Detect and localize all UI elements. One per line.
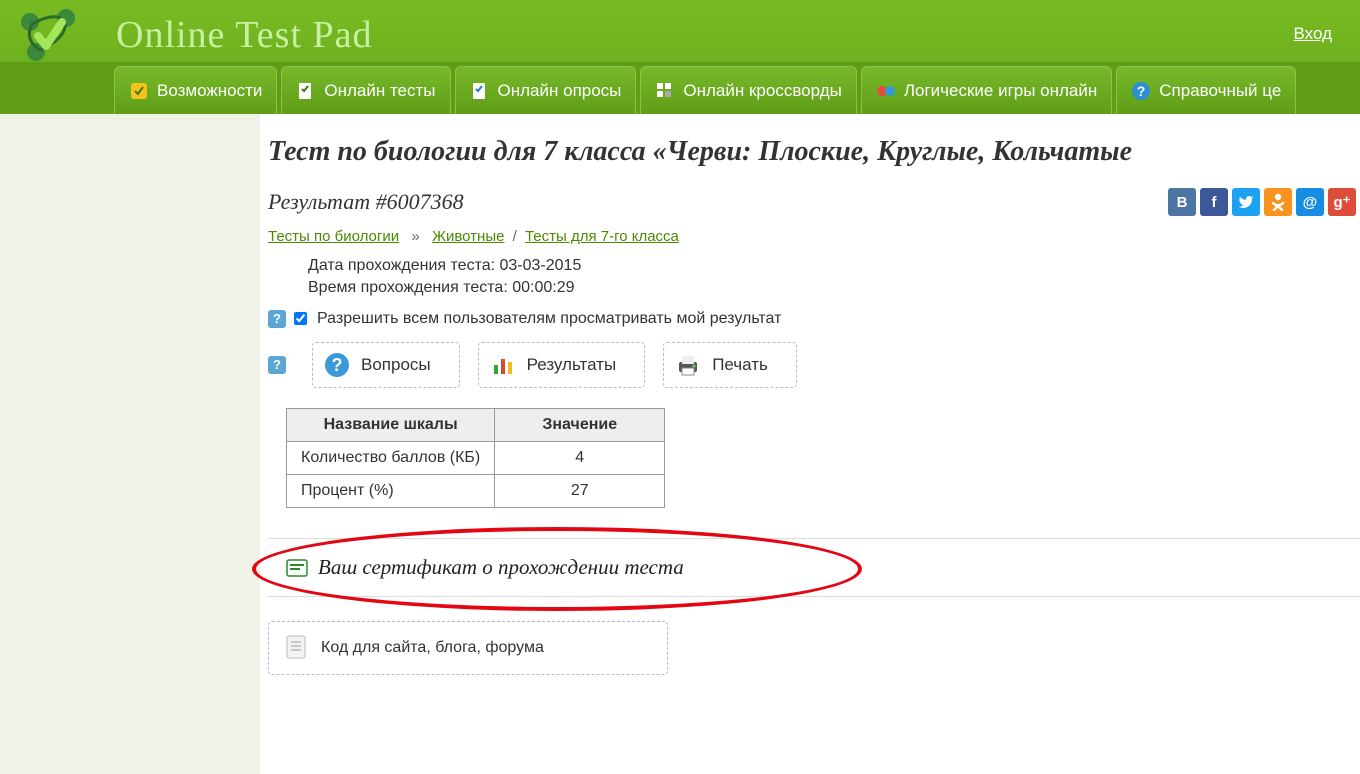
share-fb-icon[interactable]: f xyxy=(1200,188,1228,216)
meta-info: Дата прохождения теста: 03-03-2015 Время… xyxy=(308,255,1360,300)
result-row: Результат #6007368 В f @ g⁺ xyxy=(268,188,1360,216)
meta-date: Дата прохождения теста: 03-03-2015 xyxy=(308,255,1360,277)
help-icon[interactable]: ? xyxy=(268,356,286,374)
cell-value: 27 xyxy=(495,474,665,507)
action-label: Результаты xyxy=(527,355,617,375)
certificate-link[interactable]: Ваш сертификат о прохождении теста xyxy=(286,555,1360,580)
cell-value: 4 xyxy=(495,441,665,474)
question-icon: ? xyxy=(323,351,351,379)
nav-crosswords[interactable]: Онлайн кроссворды xyxy=(640,66,856,114)
nav-label: Логические игры онлайн xyxy=(904,81,1097,101)
breadcrumb-link[interactable]: Животные xyxy=(432,228,504,245)
questions-button[interactable]: ? Вопросы xyxy=(312,342,460,388)
result-table: Название шкалы Значение Количество балло… xyxy=(286,408,665,508)
svg-text:?: ? xyxy=(1137,83,1146,99)
print-button[interactable]: Печать xyxy=(663,342,797,388)
polls-icon xyxy=(470,81,490,101)
breadcrumb-link[interactable]: Тесты по биологии xyxy=(268,228,399,245)
th-scale: Название шкалы xyxy=(287,408,495,441)
document-icon xyxy=(285,634,309,662)
nav-polls[interactable]: Онлайн опросы xyxy=(455,66,637,114)
nav-label: Справочный це xyxy=(1159,81,1281,101)
nav-tests[interactable]: Онлайн тесты xyxy=(281,66,450,114)
permission-label: Разрешить всем пользователям просматрива… xyxy=(317,310,781,328)
nav-label: Онлайн кроссворды xyxy=(683,81,841,101)
action-label: Вопросы xyxy=(361,355,431,375)
header: Online Test Pad Вход Возможности Онлайн … xyxy=(0,0,1360,114)
nav-label: Онлайн опросы xyxy=(498,81,622,101)
certificate-icon xyxy=(286,558,308,576)
share-ok-icon[interactable] xyxy=(1264,188,1292,216)
site-title: Online Test Pad xyxy=(116,13,373,57)
main-nav: Возможности Онлайн тесты Онлайн опросы О… xyxy=(0,62,1360,114)
chart-icon xyxy=(489,351,517,379)
results-button[interactable]: Результаты xyxy=(478,342,646,388)
action-label: Печать xyxy=(712,355,768,375)
share-mail-icon[interactable]: @ xyxy=(1296,188,1324,216)
share-icons: В f @ g⁺ xyxy=(1168,188,1356,216)
share-gplus-icon[interactable]: g⁺ xyxy=(1328,188,1356,216)
table-row: Процент (%) 27 xyxy=(287,474,665,507)
breadcrumb-sep: » xyxy=(407,228,424,245)
th-value: Значение xyxy=(495,408,665,441)
login-link[interactable]: Вход xyxy=(1294,24,1332,44)
cell-scale: Процент (%) xyxy=(287,474,495,507)
breadcrumb-link[interactable]: Тесты для 7-го класса xyxy=(525,228,679,245)
left-sidebar xyxy=(0,114,260,774)
share-vk-icon[interactable]: В xyxy=(1168,188,1196,216)
breadcrumb-sep: / xyxy=(513,228,517,245)
logo-row: Online Test Pad Вход xyxy=(0,0,1360,62)
action-boxes: ? ? Вопросы Результаты Печать xyxy=(268,342,1360,388)
nav-label: Возможности xyxy=(157,81,262,101)
permission-row: ? Разрешить всем пользователям просматри… xyxy=(268,310,1360,328)
share-result-checkbox[interactable] xyxy=(294,312,307,325)
cell-scale: Количество баллов (КБ) xyxy=(287,441,495,474)
certificate-label: Ваш сертификат о прохождении теста xyxy=(318,555,684,580)
embed-label: Код для сайта, блога, форума xyxy=(321,639,544,657)
table-row: Количество баллов (КБ) 4 xyxy=(287,441,665,474)
nav-label: Онлайн тесты xyxy=(324,81,435,101)
share-tw-icon[interactable] xyxy=(1232,188,1260,216)
help-icon: ? xyxy=(1131,81,1151,101)
embed-code-button[interactable]: Код для сайта, блога, форума xyxy=(268,621,668,675)
tests-icon xyxy=(296,81,316,101)
nav-features[interactable]: Возможности xyxy=(114,66,277,114)
help-icon[interactable]: ? xyxy=(268,310,286,328)
site-logo-icon[interactable] xyxy=(14,6,86,64)
meta-duration: Время прохождения теста: 00:00:29 xyxy=(308,277,1360,299)
svg-text:?: ? xyxy=(332,355,343,375)
games-icon xyxy=(876,81,896,101)
certificate-section: Ваш сертификат о прохождении теста xyxy=(268,538,1360,597)
print-icon xyxy=(674,351,702,379)
result-id: Результат #6007368 xyxy=(268,189,464,215)
nav-games[interactable]: Логические игры онлайн xyxy=(861,66,1112,114)
crossword-icon xyxy=(655,81,675,101)
breadcrumb: Тесты по биологии » Животные / Тесты для… xyxy=(268,228,1360,245)
features-icon xyxy=(129,81,149,101)
main-content: Тест по биологии для 7 класса «Черви: Пл… xyxy=(260,114,1360,774)
page-title: Тест по биологии для 7 класса «Черви: Пл… xyxy=(268,136,1360,168)
content-wrap: Тест по биологии для 7 класса «Черви: Пл… xyxy=(0,114,1360,774)
nav-help[interactable]: ? Справочный це xyxy=(1116,66,1296,114)
